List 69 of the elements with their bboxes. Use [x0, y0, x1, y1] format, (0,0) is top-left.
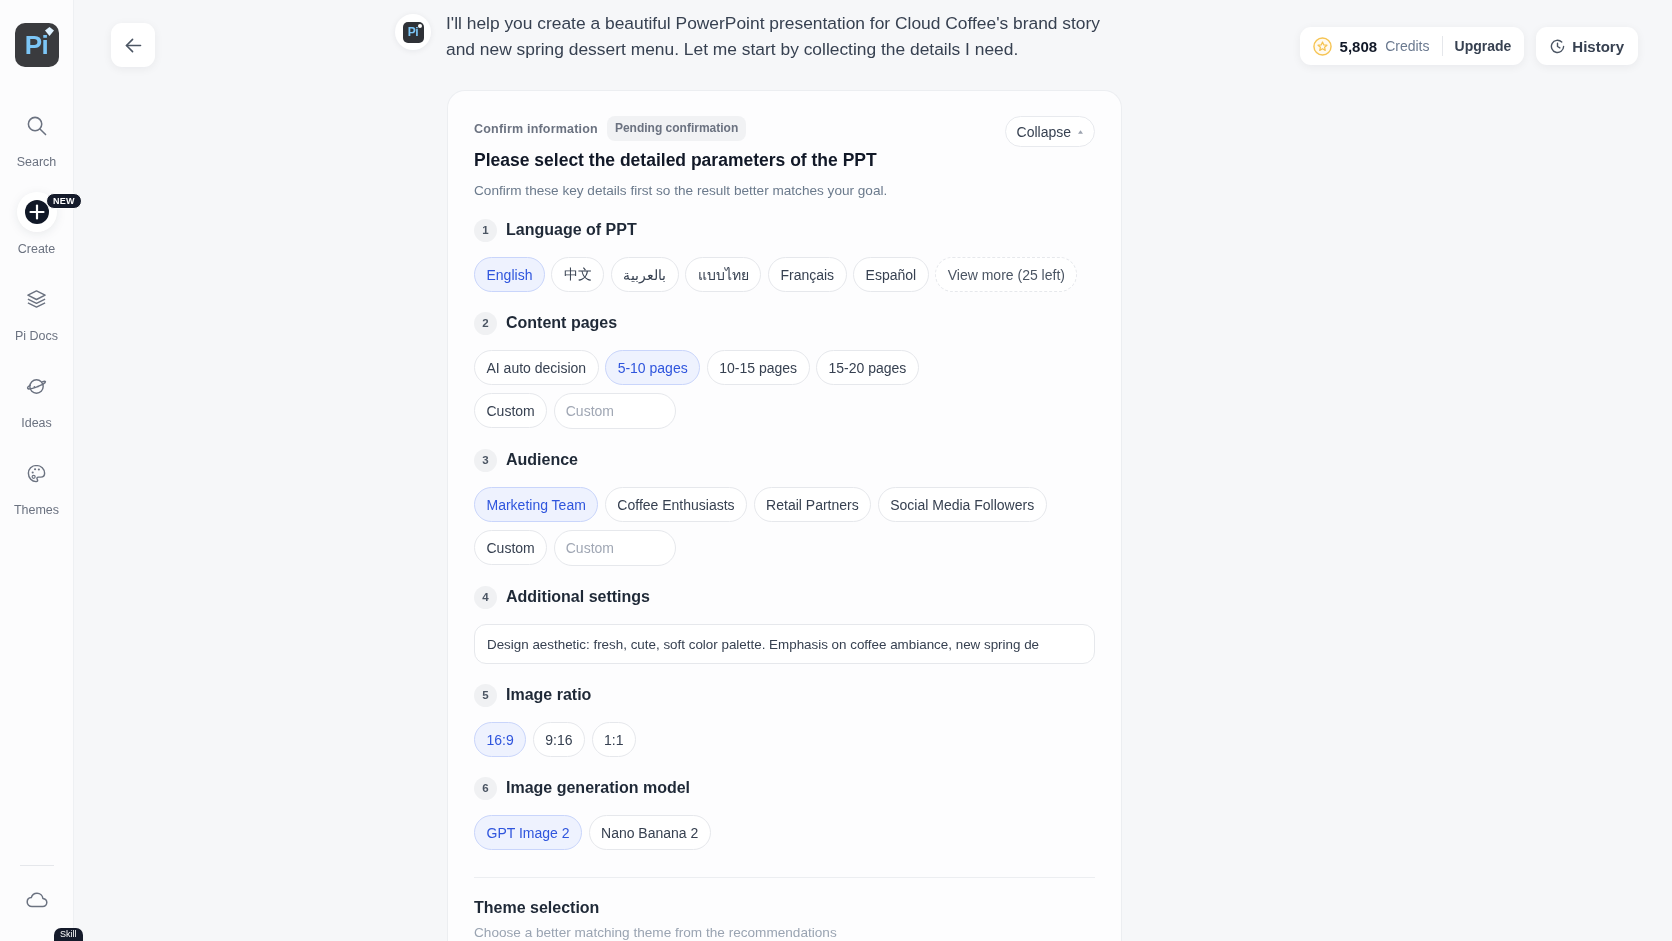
step-number: 4 — [474, 585, 497, 609]
nav-item[interactable]: Search — [0, 105, 73, 170]
sparkle-icon — [417, 23, 422, 28]
custom-input[interactable]: Custom — [553, 393, 676, 430]
option-chip[interactable]: 16:9 — [474, 722, 527, 758]
option-chip[interactable]: Español — [853, 257, 929, 293]
search-icon — [26, 114, 47, 136]
nav-item[interactable]: Pi Docs — [0, 279, 73, 344]
step-number: 5 — [474, 683, 497, 707]
option-chip[interactable]: Coffee Enthusiasts — [604, 487, 748, 523]
custom-chip[interactable]: Custom — [474, 530, 548, 566]
section-heading: Additional settings — [506, 588, 650, 607]
step-number: 3 — [474, 448, 497, 472]
card-subtitle: Confirm these key details first so the result better matches your goal. — [474, 182, 889, 201]
section-heading: Image ratio — [506, 686, 592, 705]
step-number: 6 — [474, 776, 497, 800]
collapse-button[interactable]: Collapse — [1004, 116, 1095, 148]
star-coin-icon — [1312, 36, 1332, 56]
option-chip[interactable]: Français — [767, 257, 847, 293]
custom-input[interactable]: Custom — [553, 530, 676, 567]
history-button[interactable]: History — [1536, 27, 1638, 65]
card-label: Confirm information — [474, 121, 598, 136]
section-heading: Image generation model — [506, 779, 691, 798]
option-chip[interactable]: AI auto decision — [474, 350, 599, 386]
option-chip[interactable]: English — [474, 257, 545, 293]
caret-up-icon — [1078, 129, 1083, 134]
back-arrow-icon — [124, 37, 142, 53]
logo-text: Pi — [24, 30, 49, 60]
option-chip[interactable]: 1:1 — [591, 722, 636, 758]
section-heading: Audience — [506, 451, 578, 470]
skill-badge: Skill — [54, 928, 83, 941]
option-chip[interactable]: Social Media Followers — [877, 487, 1047, 523]
step-number: 1 — [474, 218, 497, 242]
section-heading: Language of PPT — [506, 221, 637, 240]
custom-chip[interactable]: Custom — [474, 393, 548, 429]
option-chip[interactable]: 中文 — [551, 257, 605, 293]
cloud-icon[interactable] — [25, 892, 48, 908]
layers-icon — [26, 288, 47, 310]
back-button[interactable] — [111, 23, 155, 67]
option-chip[interactable]: بالعربية — [610, 257, 679, 293]
app-logo[interactable]: Pi — [14, 23, 59, 67]
logo-text: Pi — [407, 25, 419, 39]
option-chip[interactable]: 15-20 pages — [816, 350, 919, 386]
assistant-message: I'll help you create a beautiful PowerPoint presentation for Cloud Coffee's brand story and new spring dessert menu. Let me start by collecting the details I need. — [446, 12, 1102, 61]
palette-icon — [26, 462, 47, 484]
credits-label: Credits — [1385, 38, 1430, 54]
status-badge: Pending confirmation — [606, 116, 747, 142]
option-chip[interactable]: Marketing Team — [474, 487, 599, 523]
view-more-button[interactable]: View more (25 left) — [935, 257, 1078, 293]
upgrade-button[interactable]: Upgrade — [1454, 38, 1512, 54]
option-chip[interactable]: GPT Image 2 — [474, 815, 582, 851]
diamond-icon — [44, 27, 54, 36]
new-badge: NEW — [46, 193, 82, 209]
section-heading: Content pages — [506, 314, 618, 333]
option-chip[interactable]: 5-10 pages — [605, 350, 701, 386]
credits-amount: 5,808 — [1339, 37, 1378, 55]
step-number: 2 — [474, 311, 497, 335]
nav-item[interactable]: Ideas — [0, 366, 73, 431]
history-icon — [1550, 38, 1566, 54]
option-chip[interactable]: Nano Banana 2 — [588, 815, 711, 851]
option-chip[interactable]: Retail Partners — [753, 487, 872, 523]
section-description: Choose a better matching theme from the recommendations — [474, 924, 838, 941]
option-chip[interactable]: แบบไทย — [685, 257, 762, 293]
option-chip[interactable]: 10-15 pages — [706, 350, 810, 386]
section-heading: Theme selection — [474, 898, 601, 919]
option-chip[interactable]: 9:16 — [532, 722, 585, 758]
settings-input[interactable]: Design aesthetic: fresh, cute, soft color palette. Emphasis on coffee ambiance, new spring de — [474, 624, 1095, 665]
card-title: Please select the detailed parameters of the PPT — [474, 149, 878, 173]
nav-item[interactable]: Themes — [0, 453, 73, 518]
